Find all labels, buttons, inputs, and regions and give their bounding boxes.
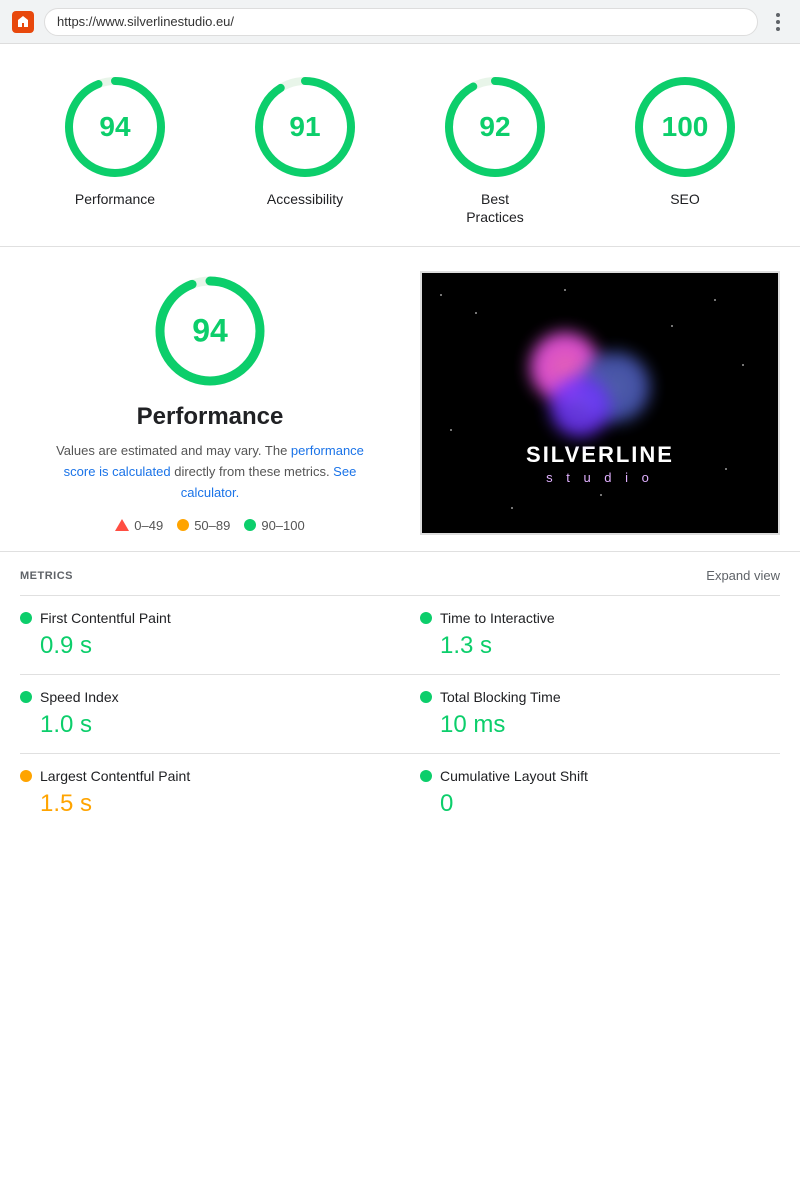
metric-dot-lcp [20,770,32,782]
scores-row: 94 Performance 91 Accessibility [20,72,780,226]
score-circle-best-practices: 92 [440,72,550,182]
star-9 [511,507,513,509]
metric-value-si: 1.0 s [20,711,380,739]
score-item-accessibility[interactable]: 91 Accessibility [250,72,360,208]
legend-average: 50–89 [177,518,230,533]
score-circle-accessibility: 91 [250,72,360,182]
detail-title: Performance [137,403,284,431]
metric-dot-cls [420,770,432,782]
star-5 [742,364,744,366]
detail-score-value: 94 [192,313,228,350]
metric-name-fcp: First Contentful Paint [40,610,171,626]
blob-purple [550,377,610,437]
metric-name-row-tti: Time to Interactive [420,610,780,626]
metric-name-row-si: Speed Index [20,689,380,705]
detail-description: Values are estimated and may vary. The p… [40,441,380,503]
score-item-performance[interactable]: 94 Performance [60,72,170,208]
metric-item-cls: Cumulative Layout Shift 0 [400,753,780,832]
legend-average-range: 50–89 [194,518,230,533]
metric-name-tbt: Total Blocking Time [440,689,561,705]
score-label-best-practices: BestPractices [466,190,524,226]
star-2 [475,312,477,314]
metric-dot-tti [420,612,432,624]
url-text: https://www.silverlinestudio.eu/ [57,14,234,29]
metric-value-tti: 1.3 s [420,632,780,660]
score-circle-performance: 94 [60,72,170,182]
score-value-seo: 100 [662,111,709,143]
metric-name-row-cls: Cumulative Layout Shift [420,768,780,784]
metric-name-row-lcp: Largest Contentful Paint [20,768,380,784]
metrics-section: METRICS Expand view First Contentful Pai… [0,552,800,832]
expand-view-button[interactable]: Expand view [706,568,780,583]
score-value-best-practices: 92 [479,111,510,143]
score-item-seo[interactable]: 100 SEO [630,72,740,208]
url-bar[interactable]: https://www.silverlinestudio.eu/ [44,8,758,36]
screenshot-preview: SILVERLINE s t u d i o [422,273,778,533]
metric-item-tti: Time to Interactive 1.3 s [400,595,780,674]
logo-subtitle: s t u d i o [526,470,674,485]
metric-dot-fcp [20,612,32,624]
metric-name-tti: Time to Interactive [440,610,555,626]
detail-left: 94 Performance Values are estimated and … [20,271,400,532]
legend-fail-range: 0–49 [134,518,163,533]
star-1 [440,294,442,296]
legend-fail: 0–49 [115,518,163,533]
star-3 [564,289,566,291]
metric-item-lcp: Largest Contentful Paint 1.5 s [20,753,400,832]
legend-fail-icon [115,519,129,531]
desc-text-before: Values are estimated and may vary. The [56,443,291,458]
logo-blobs [520,322,680,442]
scores-section: 94 Performance 91 Accessibility [0,44,800,247]
score-label-accessibility: Accessibility [267,190,343,208]
metric-item-fcp: First Contentful Paint 0.9 s [20,595,400,674]
metric-name-si: Speed Index [40,689,119,705]
score-label-seo: SEO [670,190,700,208]
logo-text-group: SILVERLINE s t u d i o [526,442,674,485]
metric-dot-si [20,691,32,703]
metric-value-fcp: 0.9 s [20,632,380,660]
metric-item-tbt: Total Blocking Time 10 ms [400,674,780,753]
score-circle-seo: 100 [630,72,740,182]
metrics-header: METRICS Expand view [20,568,780,583]
metric-value-cls: 0 [420,790,780,818]
score-label-performance: Performance [75,190,155,208]
metric-name-row-fcp: First Contentful Paint [20,610,380,626]
score-value-performance: 94 [99,111,130,143]
metric-name-row-tbt: Total Blocking Time [420,689,780,705]
screenshot-preview-container: SILVERLINE s t u d i o [420,271,780,535]
metric-item-si: Speed Index 1.0 s [20,674,400,753]
legend-pass: 90–100 [244,518,304,533]
metric-value-tbt: 10 ms [420,711,780,739]
detail-circle: 94 [150,271,270,391]
metric-value-lcp: 1.5 s [20,790,380,818]
metric-name-lcp: Largest Contentful Paint [40,768,190,784]
legend-pass-range: 90–100 [261,518,304,533]
star-8 [600,494,602,496]
browser-favicon [12,11,34,33]
metric-dot-tbt [420,691,432,703]
detail-section: 94 Performance Values are estimated and … [0,247,800,552]
legend-row: 0–49 50–89 90–100 [115,518,304,533]
browser-bar: https://www.silverlinestudio.eu/ [0,0,800,44]
star-10 [714,299,716,301]
metrics-grid: First Contentful Paint 0.9 s Time to Int… [20,595,780,832]
logo-title: SILVERLINE [526,442,674,468]
score-item-best-practices[interactable]: 92 BestPractices [440,72,550,226]
star-6 [450,429,452,431]
score-value-accessibility: 91 [289,111,320,143]
legend-average-dot [177,519,189,531]
browser-menu-button[interactable] [768,13,788,31]
metrics-title: METRICS [20,570,73,582]
metric-name-cls: Cumulative Layout Shift [440,768,588,784]
desc-text-middle: directly from these metrics. [171,464,334,479]
star-7 [725,468,727,470]
legend-pass-dot [244,519,256,531]
